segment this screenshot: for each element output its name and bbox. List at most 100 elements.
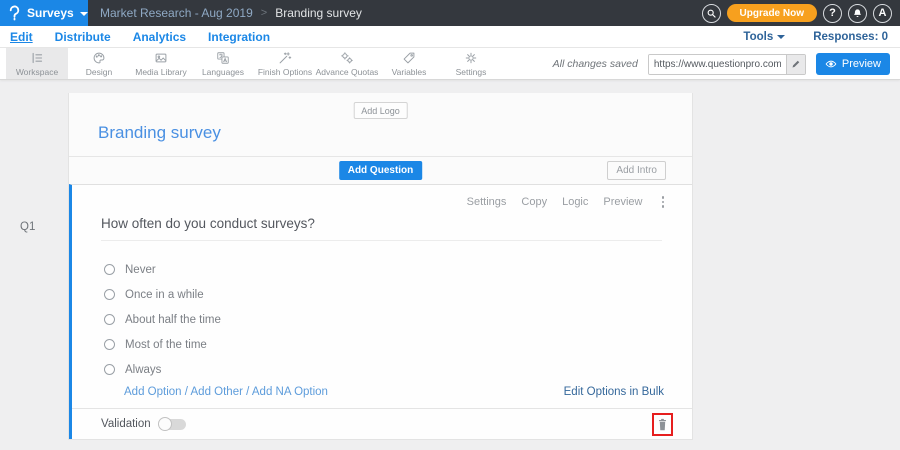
notifications-bell-icon[interactable] [848,4,867,23]
option-row[interactable]: Never [104,257,221,282]
option-row[interactable]: Most of the time [104,332,221,357]
tool-workspace[interactable]: Workspace [6,48,68,79]
survey-url-input[interactable] [649,55,786,74]
more-options-icon[interactable] [662,196,665,208]
surveys-menu[interactable]: Surveys [0,0,88,26]
help-button[interactable]: ? [823,4,842,23]
option-label[interactable]: About half the time [125,314,221,326]
question-footer: Validation [72,408,692,439]
survey-header: Add Logo Branding survey [69,93,692,157]
radio-icon[interactable] [104,289,115,300]
tool-advance-quotas[interactable]: Advance Quotas [316,48,378,79]
section-nav: Edit Distribute Analytics Integration To… [0,26,900,48]
nav-right: Tools Responses: 0 [743,31,888,43]
question-settings-link[interactable]: Settings [467,196,507,208]
option-label[interactable]: Never [125,264,156,276]
validation-label: Validation [101,418,151,430]
radio-icon[interactable] [104,264,115,275]
breadcrumb: Market Research - Aug 2019 > Branding su… [100,6,362,20]
delete-question-trash-icon[interactable] [657,418,668,431]
tab-edit[interactable]: Edit [10,30,33,44]
option-row[interactable]: About half the time [104,307,221,332]
edit-options-in-bulk-link[interactable]: Edit Options in Bulk [564,386,664,398]
add-intro-button[interactable]: Add Intro [607,161,666,180]
user-avatar[interactable]: A [873,4,892,23]
top-bar: Surveys Market Research - Aug 2019 > Bra… [0,0,900,26]
radio-icon[interactable] [104,364,115,375]
chevron-down-icon [80,12,88,16]
tool-label: Finish Options [258,67,312,77]
questionpro-logo-icon [8,5,21,21]
option-label[interactable]: Always [125,364,161,376]
tool-label: Media Library [135,67,187,77]
add-question-button[interactable]: Add Question [339,161,423,180]
add-question-row: Add Question Add Intro [69,157,692,184]
autosave-status: All changes saved [553,58,638,70]
responses-count[interactable]: Responses: 0 [813,31,888,43]
tab-distribute[interactable]: Distribute [55,30,111,44]
survey-editor-screen: Surveys Market Research - Aug 2019 > Bra… [0,0,900,450]
tool-variables[interactable]: Variables [378,48,440,79]
survey-title[interactable]: Branding survey [98,123,221,143]
chevron-down-icon [777,35,785,39]
question-number: Q1 [20,221,35,233]
option-label[interactable]: Most of the time [125,339,207,351]
tool-label: Settings [456,67,487,77]
highlight-box [652,413,673,436]
question-preview-link[interactable]: Preview [603,196,642,208]
toolbar-right: All changes saved Preview [553,48,890,80]
wand-icon [278,51,292,65]
add-option-link[interactable]: Add Option [124,386,182,398]
preview-label: Preview [842,58,881,70]
tag-icon [402,51,416,65]
link-separator: / [243,386,252,398]
translate-icon [216,51,230,65]
add-na-option-link[interactable]: Add NA Option [252,386,328,398]
tool-media-library[interactable]: Media Library [130,48,192,79]
option-row[interactable]: Always [104,357,221,382]
validation-toggle[interactable] [159,419,186,430]
survey-url-group [648,54,806,75]
radio-icon[interactable] [104,339,115,350]
tab-integration[interactable]: Integration [208,30,270,44]
question-actions: Settings Copy Logic Preview [467,196,664,208]
tool-label: Workspace [16,67,58,77]
tool-design[interactable]: Design [68,48,130,79]
edit-url-pencil-icon[interactable] [786,55,805,74]
tool-settings[interactable]: Settings [440,48,502,79]
tool-label: Design [86,67,112,77]
workspace-icon [30,51,44,65]
question-logic-link[interactable]: Logic [562,196,588,208]
radio-icon[interactable] [104,314,115,325]
tools-menu[interactable]: Tools [743,31,785,43]
toggle-knob [158,417,172,431]
option-label[interactable]: Once in a while [125,289,204,301]
option-row[interactable]: Once in a while [104,282,221,307]
answer-options: Never Once in a while About half the tim… [104,257,221,382]
tool-label: Advance Quotas [316,67,379,77]
question-copy-link[interactable]: Copy [521,196,547,208]
product-name: Surveys [27,6,74,20]
search-icon[interactable] [702,4,721,23]
add-other-link[interactable]: Add Other [191,386,243,398]
editor-toolbar: Workspace Design Media Library Languages… [0,48,900,80]
tab-analytics[interactable]: Analytics [133,30,186,44]
preview-button[interactable]: Preview [816,53,890,75]
tool-languages[interactable]: Languages [192,48,254,79]
tool-finish-options[interactable]: Finish Options [254,48,316,79]
breadcrumb-folder[interactable]: Market Research - Aug 2019 [100,6,253,20]
breadcrumb-survey-name: Branding survey [275,6,362,20]
palette-icon [92,51,106,65]
add-option-links: Add Option / Add Other / Add NA Option [124,386,328,398]
upgrade-now-button[interactable]: Upgrade Now [727,4,817,22]
option-links-row: Add Option / Add Other / Add NA Option E… [124,386,664,398]
question-text[interactable]: How often do you conduct surveys? [101,216,662,241]
question-card: Settings Copy Logic Preview How often do… [69,184,692,439]
tool-label: Languages [202,67,244,77]
quota-gears-icon [340,51,354,65]
add-logo-button[interactable]: Add Logo [353,102,408,119]
gear-icon [464,51,478,65]
link-separator: / [182,386,191,398]
tool-label: Variables [392,67,427,77]
image-icon [154,51,168,65]
